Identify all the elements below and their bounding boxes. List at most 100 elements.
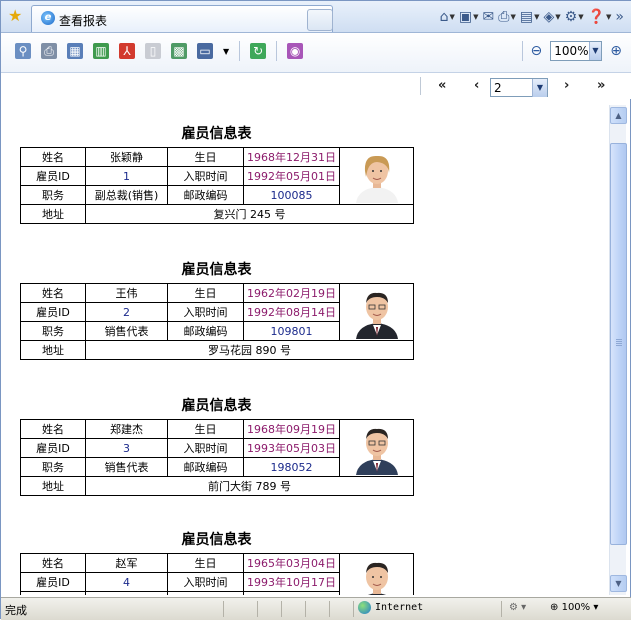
status-zoom[interactable]: ⊕ 100% ▾ bbox=[550, 602, 598, 613]
first-page-button[interactable]: « bbox=[438, 78, 446, 93]
photo-cell bbox=[339, 419, 414, 477]
chevron-down-icon[interactable]: ▼ bbox=[588, 42, 602, 60]
prev-page-button[interactable]: ‹ bbox=[474, 78, 479, 93]
export-image-icon[interactable]: ▩ bbox=[171, 43, 187, 59]
id-value: 2 bbox=[85, 302, 168, 322]
portrait-svg bbox=[341, 285, 412, 339]
address-label: 地址 bbox=[20, 340, 86, 360]
more-commands-button[interactable]: » bbox=[615, 9, 624, 25]
table-row: 地址 前门大街 789 号 bbox=[20, 476, 414, 496]
last-page-button[interactable]: » bbox=[597, 78, 605, 93]
home-button[interactable]: ⌂ ▼ bbox=[440, 9, 455, 25]
scroll-down-button[interactable]: ▼ bbox=[610, 575, 627, 592]
tab-bar: ★ e 查看报表 ⌂ ▼ ▣ ▼ ✉ ⎙ ▼ ▤ ▼ ◈ ▼ ⚙ ▼ ❓ ▼ » bbox=[1, 1, 631, 33]
id-label: 雇员ID bbox=[20, 166, 86, 186]
zoom-out-icon[interactable]: ⊖ bbox=[531, 43, 543, 59]
position-value: 销售代表 bbox=[85, 457, 168, 477]
page-value: 2 bbox=[494, 80, 502, 95]
status-divider bbox=[329, 601, 330, 617]
birth-value: 1965年03月04日 bbox=[243, 553, 340, 573]
birth-label: 生日 bbox=[167, 553, 244, 573]
address-label: 地址 bbox=[20, 204, 86, 224]
text-file-icon[interactable]: ▯ bbox=[145, 43, 161, 59]
status-divider bbox=[305, 601, 306, 617]
address-value: 罗马花园 890 号 bbox=[85, 340, 414, 360]
export-doc-icon[interactable]: ▦ bbox=[67, 43, 83, 59]
chevron-down-icon: ▼ bbox=[534, 13, 540, 21]
id-value: 1 bbox=[85, 166, 168, 186]
table-row: 地址 罗马花园 890 号 bbox=[20, 340, 414, 360]
safety-menu-button[interactable]: ◈ ▼ bbox=[543, 9, 560, 25]
hire-value: 1993年05月03日 bbox=[243, 438, 340, 458]
feeds-button[interactable]: ▣ ▼ bbox=[459, 9, 479, 25]
report-toolbar: ⚲ ⎙ ▦ ▥ ⅄ ▯ ▩ ▭ ▼ ↻ ◉ ⊖ 100% ▼ ⊕ bbox=[1, 33, 631, 73]
position-label: 职务 bbox=[20, 457, 86, 477]
tools-menu-button[interactable]: ⚙ ▼ bbox=[565, 9, 584, 25]
help-icon: ❓ bbox=[587, 9, 606, 25]
page-icon: ▤ bbox=[519, 9, 534, 25]
printer-icon: ⎙ bbox=[498, 9, 510, 25]
search-icon[interactable]: ⚲ bbox=[15, 43, 31, 59]
toolbar-divider bbox=[521, 41, 523, 61]
safety-icon: ◈ bbox=[543, 9, 555, 25]
vertical-scrollbar[interactable]: ▲ ▼ bbox=[609, 105, 627, 595]
pager: « ‹ 2 ▼ › » bbox=[1, 73, 631, 99]
monitor-icon[interactable]: ▭ bbox=[197, 43, 213, 59]
postal-label: 邮政编码 bbox=[167, 591, 244, 595]
employee-table: 姓名 郑建杰 生日 1968年09月19日 雇员ID 3 入职时间 1993年05月03日 职务… bbox=[20, 419, 414, 496]
card-title: 雇员信息表 bbox=[181, 262, 252, 278]
employee-table: 姓名赵军生日1965年03月04日雇员ID4入职时间1993年10月17日职务 邮… bbox=[20, 553, 414, 595]
scroll-up-button[interactable]: ▲ bbox=[610, 107, 627, 124]
birth-value: 1968年12月31日 bbox=[243, 147, 340, 167]
chevron-down-icon: ▼ bbox=[473, 13, 479, 21]
name-value: 王伟 bbox=[85, 283, 168, 303]
status-divider bbox=[281, 601, 282, 617]
scroll-thumb[interactable] bbox=[610, 143, 627, 545]
rss-icon[interactable]: ◉ bbox=[287, 43, 304, 59]
chevron-down-icon: ▼ bbox=[510, 13, 516, 21]
card-title: 雇员信息表 bbox=[181, 532, 252, 548]
pdf-icon[interactable]: ⅄ bbox=[119, 43, 135, 59]
page-menu-button[interactable]: ▤ ▼ bbox=[520, 9, 540, 25]
employee-table: 姓名 王伟 生日 1962年02月19日 雇员ID 2 入职时间 1992年08月14日 职务销… bbox=[20, 283, 414, 360]
tab-report-view[interactable]: e 查看报表 bbox=[31, 5, 333, 32]
name-label: 姓名 bbox=[20, 283, 86, 303]
mail-button[interactable]: ✉ bbox=[483, 9, 495, 25]
next-page-button[interactable]: › bbox=[564, 78, 569, 93]
table-row: 姓名 郑建杰 生日 1968年09月19日 bbox=[20, 419, 414, 477]
employee-table: 姓名 张颖静 生日 1968年12月31日 雇员ID 1 入职时间 1992年05月01日 职务… bbox=[20, 147, 414, 224]
employee-photo bbox=[341, 555, 412, 595]
employee-card: 雇员信息表 姓名 张颖静 生日 1968年12月31日 雇员ID 1 入职时间 1992年05月… bbox=[20, 123, 414, 224]
gear-icon: ⚙ bbox=[564, 9, 578, 25]
status-text: 完成 bbox=[5, 604, 27, 617]
refresh-icon[interactable]: ↻ bbox=[250, 43, 267, 59]
chevron-down-icon[interactable]: ▼ bbox=[532, 78, 547, 97]
chevron-down-icon[interactable]: ▼ bbox=[223, 47, 229, 56]
status-zoom-value: 100% bbox=[561, 602, 591, 613]
zoom-select[interactable]: 100% ▼ bbox=[550, 41, 603, 61]
new-tab-button[interactable] bbox=[307, 9, 333, 31]
page-select[interactable]: 2 ▼ bbox=[490, 78, 548, 97]
chevron-down-icon: ▼ bbox=[449, 13, 455, 21]
command-bar: ⌂ ▼ ▣ ▼ ✉ ⎙ ▼ ▤ ▼ ◈ ▼ ⚙ ▼ ❓ ▼ » bbox=[440, 7, 624, 27]
double-chevron-right-icon: » bbox=[615, 9, 624, 25]
hire-value: 1992年05月01日 bbox=[243, 166, 340, 186]
zoom-in-icon[interactable]: ⊕ bbox=[610, 43, 622, 59]
printer-icon[interactable]: ⎙ bbox=[41, 43, 57, 59]
position-value bbox=[85, 591, 168, 595]
name-value: 张颖静 bbox=[85, 147, 168, 167]
portrait-svg bbox=[341, 555, 412, 595]
position-label: 职务 bbox=[20, 321, 86, 341]
hire-label: 入职时间 bbox=[167, 166, 244, 186]
favorites-star-icon[interactable]: ★ bbox=[8, 8, 22, 24]
postal-label: 邮政编码 bbox=[167, 321, 244, 341]
help-menu-button[interactable]: ❓ ▼ bbox=[588, 9, 612, 25]
ie-icon: e bbox=[41, 11, 55, 25]
excel-icon[interactable]: ▥ bbox=[93, 43, 109, 59]
hire-label: 入职时间 bbox=[167, 302, 244, 322]
employee-photo bbox=[341, 149, 412, 203]
photo-cell bbox=[339, 147, 414, 205]
protected-mode-icon[interactable]: ⚙ ▾ bbox=[509, 602, 526, 613]
print-button[interactable]: ⎙ ▼ bbox=[498, 9, 516, 25]
table-row: 地址 复兴门 245 号 bbox=[20, 204, 414, 224]
